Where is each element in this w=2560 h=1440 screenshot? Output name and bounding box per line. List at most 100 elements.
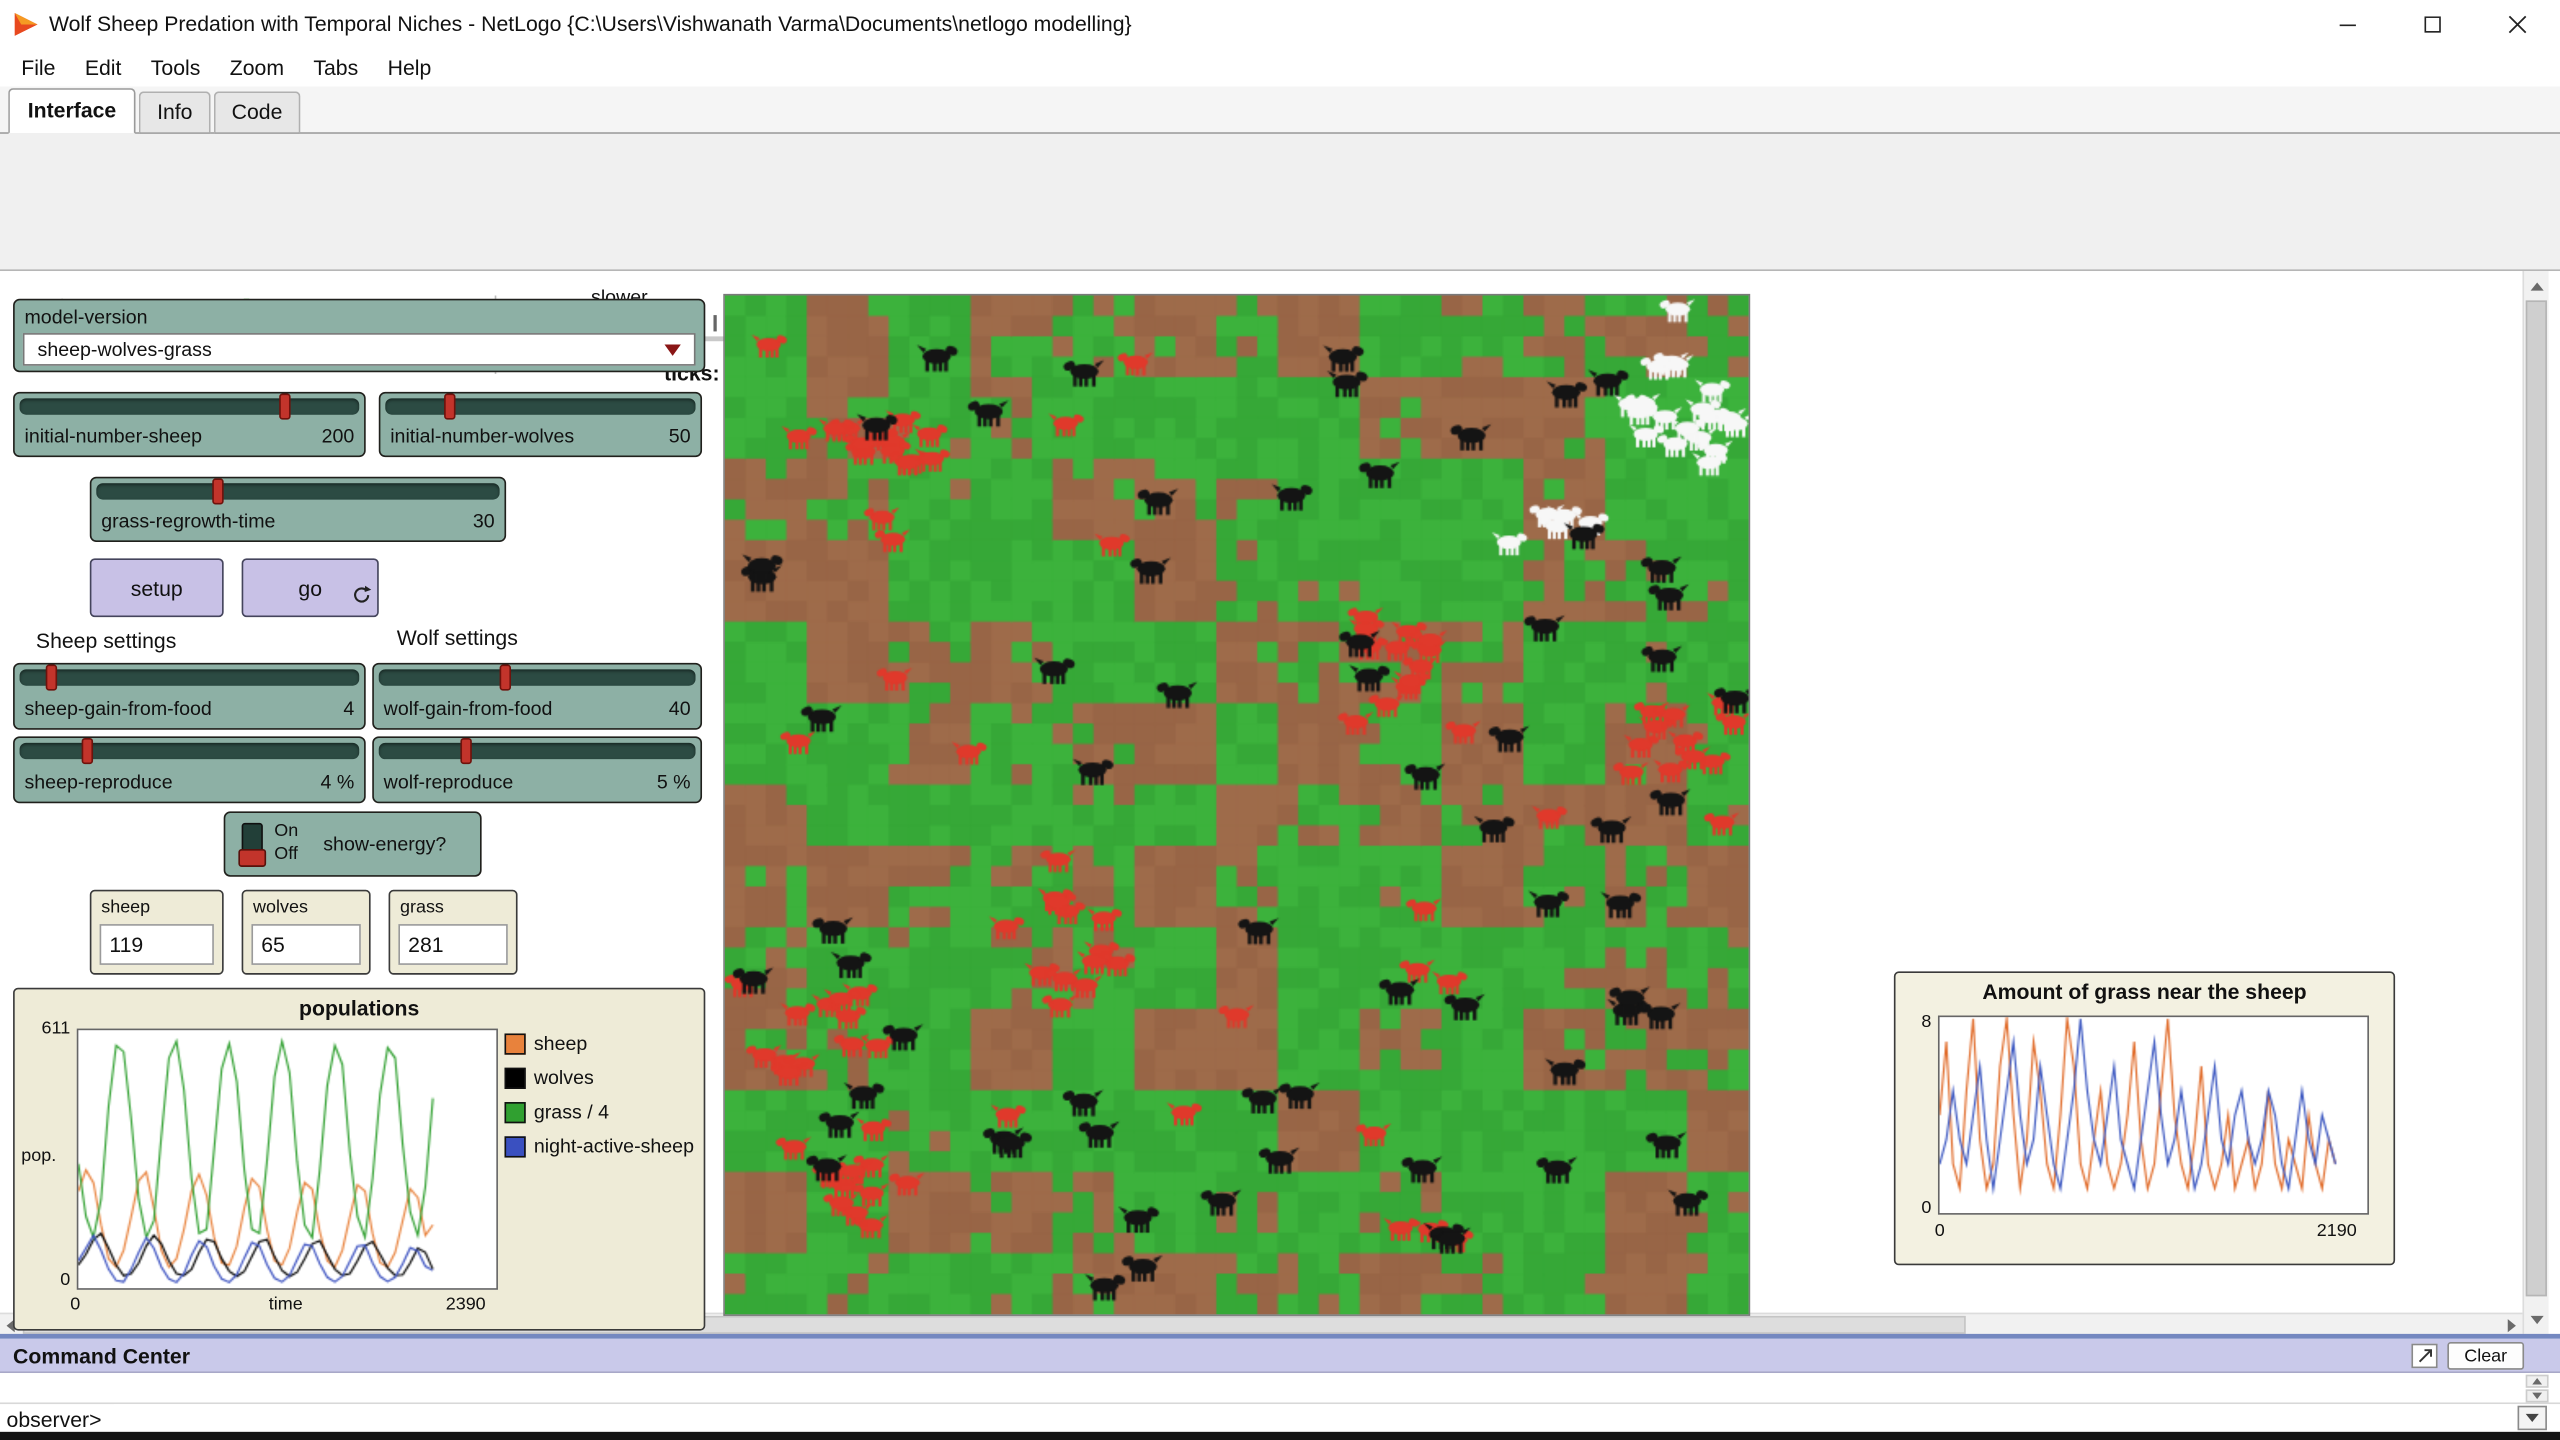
slider-value: 4 (343, 697, 354, 720)
tab-info[interactable]: Info (139, 91, 210, 133)
chevron-down-icon (2526, 1414, 2539, 1422)
slider-sheep-reproduce[interactable]: sheep-reproduce 4 % (13, 736, 366, 803)
menu-item-tabs[interactable]: Tabs (299, 52, 373, 83)
slider-initial-number-sheep[interactable]: initial-number-sheep 200 (13, 392, 366, 457)
slider-wolf-reproduce[interactable]: wolf-reproduce 5 % (372, 736, 702, 803)
forever-icon (351, 584, 372, 610)
chooser-value: sheep-wolves-grass (38, 338, 212, 361)
close-button[interactable] (2475, 0, 2560, 49)
monitor-value: 65 (261, 932, 285, 956)
switch-on-label: On (274, 821, 298, 841)
command-input[interactable] (114, 1404, 2511, 1433)
populations-plot-area (77, 1029, 498, 1290)
legend-swatch-wolves (504, 1067, 525, 1088)
monitor-label: grass (400, 898, 444, 918)
monitor-value-box: 281 (398, 924, 507, 965)
tab-code[interactable]: Code (214, 91, 301, 133)
y-max-label: 8 (1902, 1012, 1931, 1032)
legend-label: night-active-sheep (534, 1135, 694, 1158)
clear-button[interactable]: Clear (2447, 1342, 2524, 1370)
monitor-value-box: 119 (100, 924, 214, 965)
legend-swatch-grass (504, 1101, 525, 1122)
maximize-button[interactable] (2390, 0, 2475, 49)
slider-grass-regrowth-time[interactable]: grass-regrowth-time 30 (90, 477, 506, 542)
toolbar: Edit Delete Add *abc Button slower ticks… (0, 134, 2560, 271)
switch-label: show-energy? (323, 833, 446, 856)
menu-item-tools[interactable]: Tools (136, 52, 215, 83)
slider-thumb[interactable] (279, 393, 290, 419)
monitor-value: 281 (408, 932, 443, 956)
slider-sheep-gain-from-food[interactable]: sheep-gain-from-food 4 (13, 663, 366, 730)
monitor-label: sheep (101, 898, 150, 918)
slider-label: wolf-gain-from-food (384, 697, 553, 720)
observer-prompt-label: observer> (7, 1407, 102, 1431)
slider-track[interactable] (20, 398, 360, 414)
legend-item-night-active-sheep: night-active-sheep (504, 1135, 693, 1158)
menubar: File Edit Tools Zoom Tabs Help (0, 49, 2560, 87)
tab-interface[interactable]: Interface (8, 88, 136, 134)
plot-title: populations (15, 996, 704, 1020)
slider-track[interactable] (379, 743, 696, 759)
slider-initial-number-wolves[interactable]: initial-number-wolves 50 (379, 392, 702, 457)
chevron-down-icon (664, 344, 680, 355)
slider-label: sheep-gain-from-food (24, 697, 211, 720)
legend-label: wolves (534, 1066, 594, 1089)
x-axis-title: time (77, 1295, 495, 1315)
y-max-label: 611 (15, 1019, 71, 1039)
command-center-popout-button[interactable] (2411, 1344, 2437, 1368)
slider-track[interactable] (96, 483, 499, 499)
wolves-monitor: wolves 65 (242, 890, 371, 975)
slider-wolf-gain-from-food[interactable]: wolf-gain-from-food 40 (372, 663, 702, 730)
command-center-title: Command Center (13, 1344, 190, 1368)
vertical-scrollbar-thumb[interactable] (2526, 300, 2547, 1296)
slider-thumb[interactable] (460, 738, 471, 764)
slider-track[interactable] (379, 669, 696, 685)
scroll-up-arrow[interactable] (2524, 274, 2548, 297)
show-energy-switch[interactable]: On Off show-energy? (224, 811, 482, 876)
netlogo-window: Wolf Sheep Predation with Temporal Niche… (0, 0, 2560, 1440)
output-scroll-down-arrow[interactable] (2526, 1389, 2549, 1402)
slider-label: initial-number-wolves (390, 424, 574, 447)
x-min-label: 0 (1935, 1221, 1945, 1241)
command-center-output (0, 1373, 2560, 1402)
sheep-monitor: sheep 119 (90, 890, 224, 975)
slider-thumb[interactable] (81, 738, 92, 764)
slider-track[interactable] (20, 669, 360, 685)
slider-label: sheep-reproduce (24, 771, 172, 794)
menu-item-zoom[interactable]: Zoom (215, 52, 299, 83)
legend-item-sheep: sheep (504, 1032, 693, 1055)
chooser-dropdown[interactable]: sheep-wolves-grass (23, 333, 696, 366)
slider-track[interactable] (385, 398, 695, 414)
slider-thumb[interactable] (46, 664, 57, 690)
go-button[interactable]: go (242, 558, 379, 617)
menu-item-file[interactable]: File (7, 52, 71, 83)
slider-value: 5 % (657, 771, 691, 794)
slider-thumb[interactable] (213, 478, 224, 504)
prompt-context-dropdown[interactable] (2518, 1406, 2547, 1430)
slider-label: grass-regrowth-time (101, 509, 275, 532)
app-scale-wrapper: Wolf Sheep Predation with Temporal Niche… (0, 0, 2560, 1440)
slider-label: initial-number-sheep (24, 424, 202, 447)
y-min-label: 0 (1902, 1198, 1931, 1218)
clear-button-label: Clear (2464, 1346, 2507, 1366)
minimize-button[interactable] (2305, 0, 2390, 49)
slider-thumb[interactable] (444, 393, 455, 419)
menu-item-edit[interactable]: Edit (70, 52, 136, 83)
scroll-down-arrow[interactable] (2524, 1308, 2548, 1331)
titlebar: Wolf Sheep Predation with Temporal Niche… (0, 0, 2560, 49)
legend-item-wolves: wolves (504, 1066, 693, 1089)
menu-item-help[interactable]: Help (373, 52, 446, 83)
scroll-right-arrow[interactable] (2501, 1314, 2522, 1335)
populations-plot: populations 611 0 pop. 0 time 2390 sheep… (13, 988, 705, 1331)
vertical-scrollbar[interactable] (2522, 271, 2548, 1334)
slider-track[interactable] (20, 743, 360, 759)
switch-off-label: Off (274, 844, 298, 864)
switch-thumb[interactable] (238, 849, 266, 867)
go-button-label: go (298, 576, 322, 600)
slider-value: 30 (473, 509, 495, 532)
slider-thumb[interactable] (500, 664, 511, 690)
model-version-chooser[interactable]: model-version sheep-wolves-grass (13, 299, 705, 372)
setup-button[interactable]: setup (90, 558, 224, 617)
slider-value: 4 % (321, 771, 355, 794)
output-scroll-up-arrow[interactable] (2526, 1375, 2549, 1388)
